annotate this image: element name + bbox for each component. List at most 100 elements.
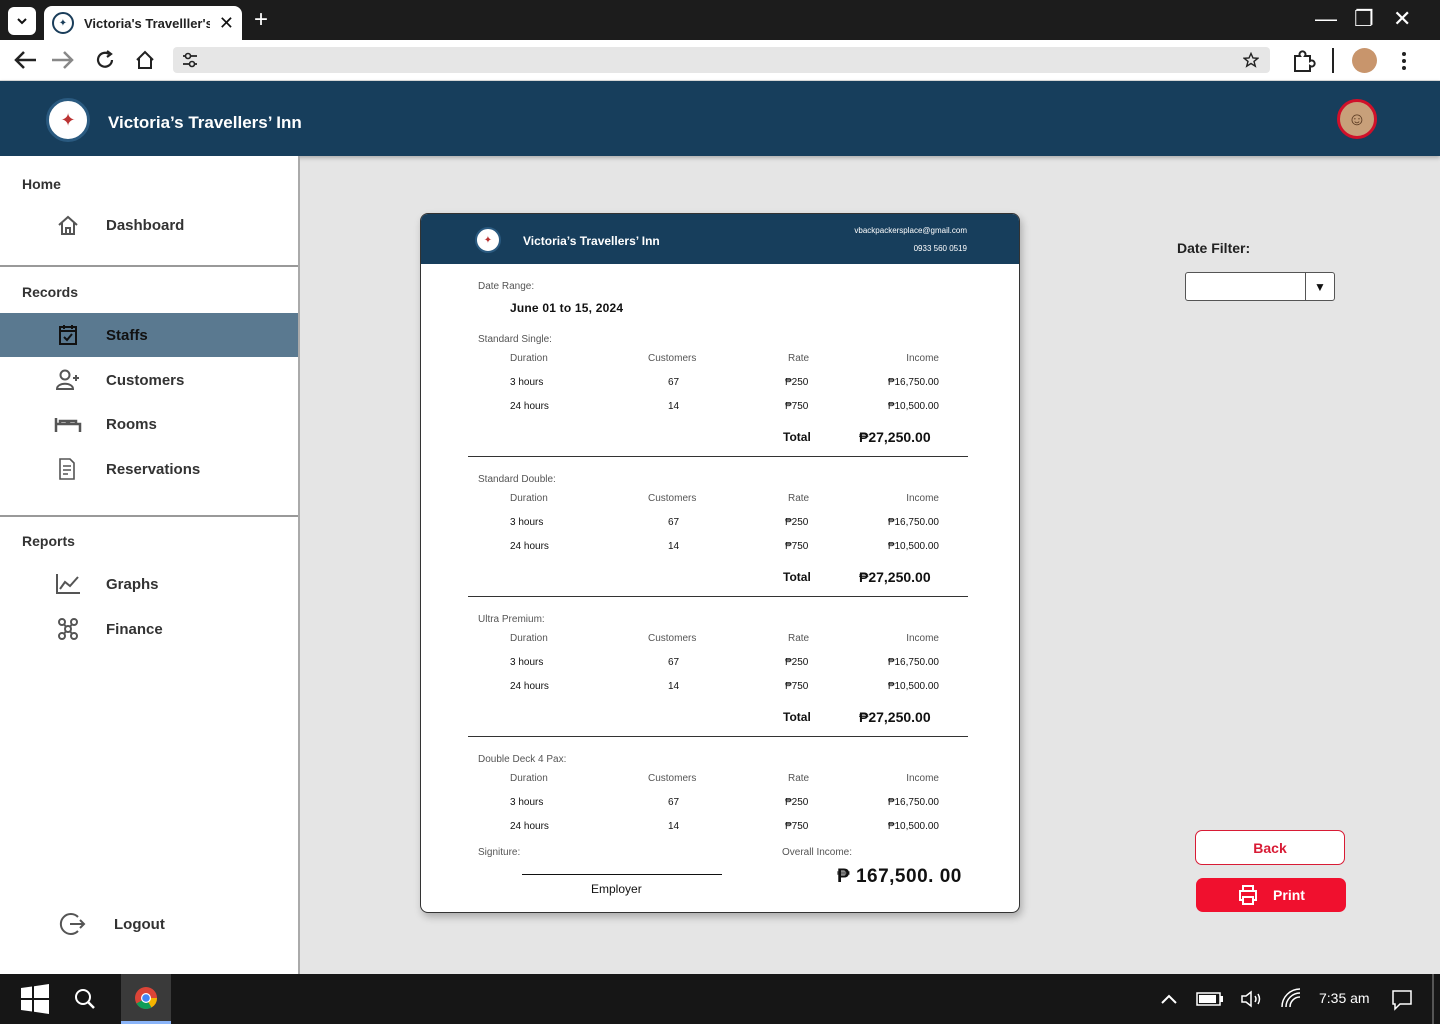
sidebar-item-label: Reservations [106,460,201,478]
date-range-label: Date Range: [478,281,535,292]
bookmark-star-icon[interactable] [1243,52,1259,68]
user-avatar[interactable]: ☺ [1337,99,1377,139]
back-button[interactable]: Back [1195,830,1345,865]
browser-toolbar [0,40,1440,81]
table-cell: ₱10,500.00 [887,821,939,831]
table-cell: 67 [668,657,680,668]
table-cell: 67 [668,797,680,808]
chevron-up-icon[interactable] [1160,992,1178,1006]
sidebar: Home Dashboard Records Staffs Customers … [0,156,300,974]
extensions-puzzle-icon[interactable] [1290,48,1316,74]
volume-icon[interactable] [1240,989,1264,1009]
toolbar-divider [1332,48,1334,73]
tab-search-button[interactable] [8,7,36,35]
table-cell: ₱750 [785,681,809,692]
search-icon[interactable] [74,988,96,1010]
signature-label: Signiture: [478,847,521,858]
notifications-icon[interactable] [1391,989,1413,1011]
table-cell: 14 [668,401,680,412]
date-filter-label: Date Filter: [1177,240,1251,256]
table-cell: ₱750 [785,401,809,412]
table-cell: 14 [668,541,680,552]
overall-income-value: ₱ 167,500. 00 [837,866,962,887]
sidebar-section-reports: Reports [22,533,75,549]
section-name: Standard Single: [478,334,552,345]
sidebar-item-reservations[interactable]: Reservations [0,447,298,491]
print-button[interactable]: Print [1196,878,1346,912]
document-icon [59,458,75,480]
table-cell: ₱250 [785,797,809,808]
section-name: Double Deck 4 Pax: [478,754,567,765]
browser-tab[interactable]: ✦ Victoria's Travelller's ✕ [44,6,242,40]
windows-start-icon[interactable] [20,984,50,1014]
app-header: ✦ Victoria’s Travellers’ Inn ☺ [0,81,1440,156]
section-total-value: ₱27,250.00 [859,709,931,725]
sidebar-item-customers[interactable]: Customers [0,358,298,402]
sidebar-item-graphs[interactable]: Graphs [0,562,298,606]
app-title: Victoria’s Travellers’ Inn [108,113,302,132]
report-sections[interactable]: Standard Single: Duration Customers Rate Inc… [421,334,1019,831]
close-window-icon[interactable]: ✕ [1393,6,1411,32]
inn-favicon-icon: ✦ [52,12,74,34]
forward-arrow-icon[interactable] [50,49,76,71]
income-report-document: ✦ Victoria’s Travellers’ Inn vbackpacker… [420,213,1020,913]
signature-line [522,874,722,875]
column-header: Duration [510,633,548,644]
taskbar-chrome-button[interactable] [121,974,171,1024]
show-desktop-button[interactable] [1432,974,1434,1024]
table-cell: 67 [668,377,680,388]
table-cell: ₱10,500.00 [887,681,939,692]
sidebar-item-label: Staffs [106,326,148,344]
column-header: Customers [648,773,697,784]
battery-icon[interactable] [1196,991,1224,1007]
dropdown-arrow-icon[interactable]: ▼ [1305,273,1334,300]
minimize-window-icon[interactable]: — [1315,6,1337,32]
home-browser-icon[interactable] [134,49,156,71]
table-cell: 3 hours [510,517,544,528]
profile-avatar-icon[interactable] [1352,48,1377,73]
table-cell: ₱16,750.00 [887,657,939,668]
site-settings-icon[interactable] [181,52,199,68]
table-cell: 3 hours [510,797,544,808]
clock-time[interactable]: 7:35 am [1319,990,1370,1006]
table-cell: ₱250 [785,517,809,528]
column-header: Customers [648,353,697,364]
restore-window-icon[interactable]: ❐ [1354,6,1374,32]
sidebar-item-dashboard[interactable]: Dashboard [0,203,298,247]
column-header: Income [906,773,939,784]
logout-button[interactable]: Logout [0,902,298,946]
sidebar-item-rooms[interactable]: Rooms [0,402,298,446]
back-button-label: Back [1253,839,1287,856]
close-tab-icon[interactable]: ✕ [219,13,234,34]
sidebar-section-home: Home [22,176,61,192]
more-menu-icon[interactable] [1398,50,1410,72]
report-section: Double Deck 4 Pax: Duration Customers Rate I… [421,754,1019,831]
chrome-icon [135,987,157,1009]
table-cell: ₱16,750.00 [887,517,939,528]
reload-icon[interactable] [94,49,116,71]
network-wifi-icon[interactable] [1280,987,1302,1009]
date-filter-select[interactable]: ▼ [1185,272,1335,301]
signature-role: Employer [591,882,642,896]
sidebar-item-staffs[interactable]: Staffs [0,313,298,357]
overall-income-label: Overall Income: [782,847,853,858]
sidebar-item-label: Graphs [106,575,159,593]
report-title: Victoria’s Travellers’ Inn [523,234,660,248]
table-cell: 24 hours [510,541,549,552]
back-arrow-icon[interactable] [12,49,38,71]
new-tab-button[interactable]: + [254,6,268,34]
user-icon [55,369,79,390]
section-divider [468,456,968,457]
network-icon [58,618,78,640]
section-name: Ultra Premium: [478,614,545,625]
chart-icon [56,574,80,594]
section-divider [468,596,968,597]
address-bar[interactable] [173,47,1270,73]
column-header: Rate [788,493,810,504]
chevron-down-icon [17,18,27,25]
home-icon [58,215,78,235]
report-section: Standard Double: Duration Customers Rate Inc… [421,474,1019,614]
browser-tab-bar: ✦ Victoria's Travelller's ✕ + — ❐ ✕ [0,0,1440,40]
sidebar-item-finance[interactable]: Finance [0,607,298,651]
table-cell: 3 hours [510,657,544,668]
